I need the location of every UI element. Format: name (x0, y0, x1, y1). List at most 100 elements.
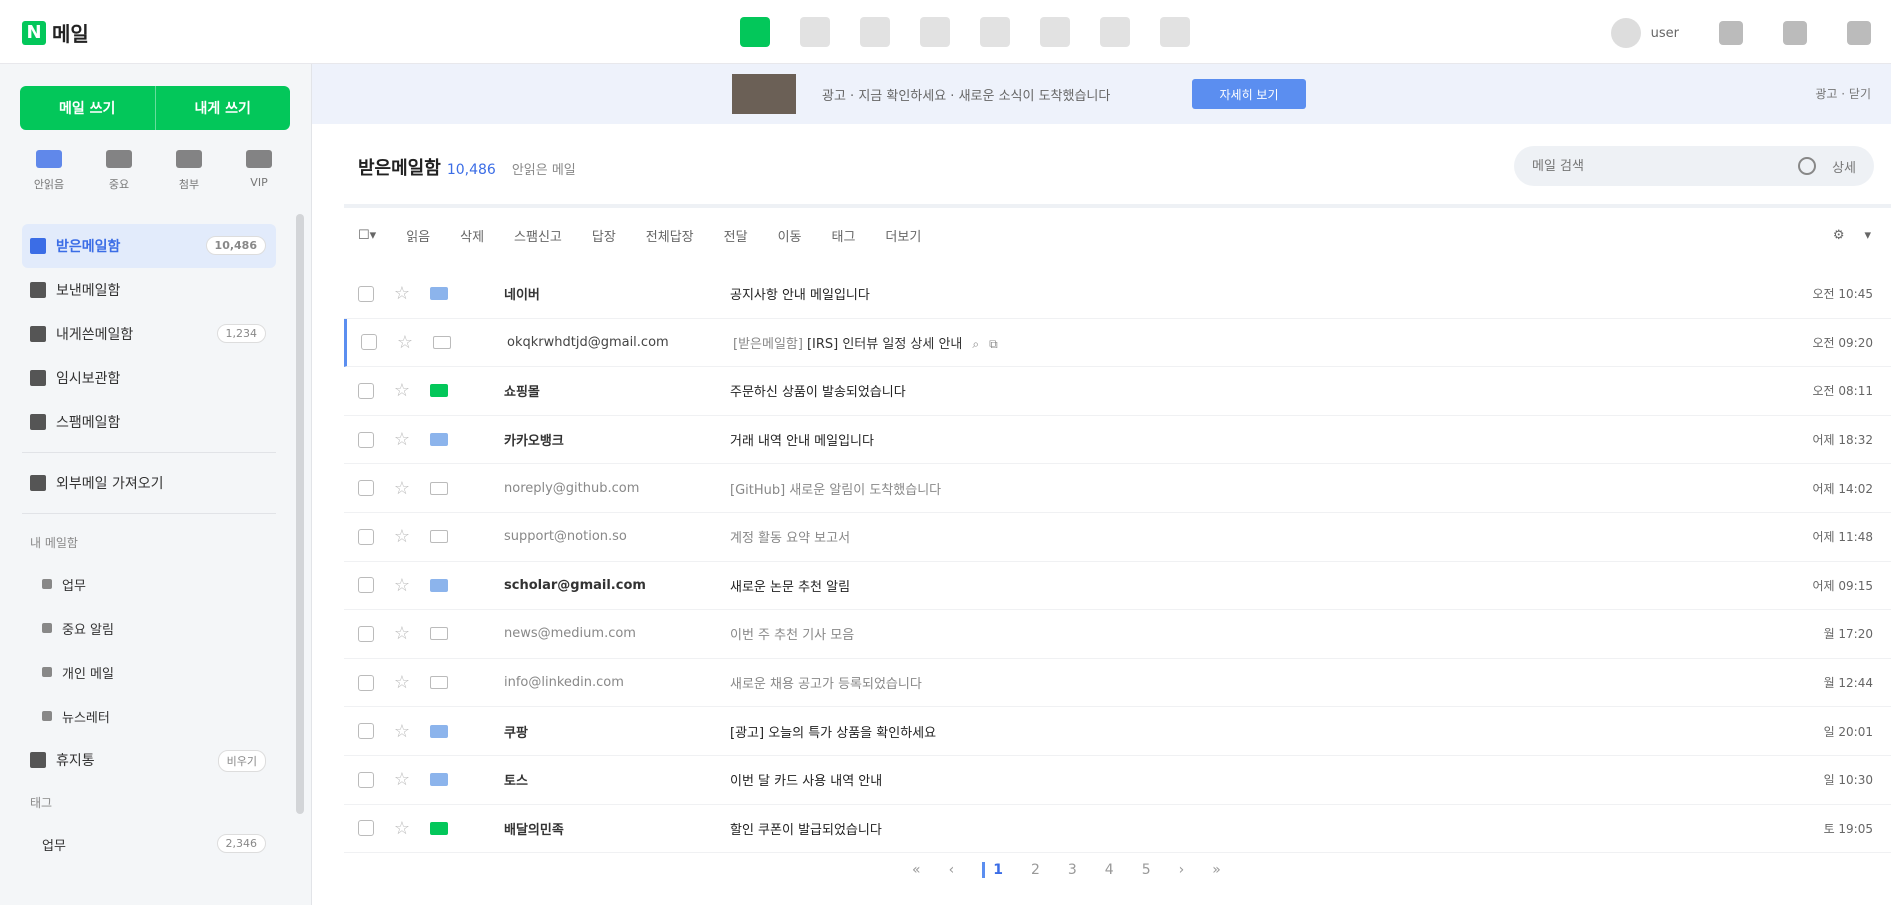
star-icon[interactable]: ☆ (390, 283, 414, 304)
mail-checkbox[interactable] (358, 820, 374, 837)
mail-checkbox[interactable] (358, 771, 374, 788)
mail-subject[interactable]: 새로운 논문 추천 알림 (730, 576, 1753, 595)
envelope-icon[interactable] (430, 676, 448, 690)
more-app-icon[interactable] (1160, 17, 1190, 47)
banner-close[interactable]: 광고 · 닫기 (1815, 85, 1871, 102)
page-4[interactable]: 4 (1105, 862, 1114, 878)
next-page-button[interactable]: › (1179, 862, 1185, 878)
page-2[interactable]: 2 (1031, 862, 1040, 878)
mail-subject[interactable]: 주문하신 상품이 발송되었습니다 (730, 381, 1753, 400)
mail-checkbox[interactable] (358, 528, 374, 545)
star-icon[interactable]: ☆ (390, 672, 414, 693)
tags-heading[interactable]: 태그 (22, 782, 276, 822)
page-1[interactable]: 1 (982, 862, 1003, 878)
user-menu[interactable]: user (1610, 18, 1679, 48)
todo-app-icon[interactable] (980, 17, 1010, 47)
envelope-icon[interactable] (430, 384, 448, 398)
envelope-icon[interactable] (430, 481, 448, 495)
envelope-icon[interactable] (433, 335, 451, 349)
mail-sender[interactable]: 배달의민족 (504, 819, 704, 838)
toolbar-delete[interactable]: 삭제 (460, 226, 484, 245)
mail-subject[interactable]: 공지사항 안내 메일입니다 (730, 284, 1753, 303)
star-icon[interactable]: ☆ (393, 332, 417, 353)
toolbar-read[interactable]: 읽음 (406, 226, 430, 245)
mail-checkbox[interactable] (358, 285, 374, 302)
prev-page-button[interactable]: ‹ (949, 862, 955, 878)
mail-subject[interactable]: 이번 달 카드 사용 내역 안내 (730, 770, 1753, 789)
shortcut-unread[interactable]: 안읽음 (24, 150, 74, 192)
mail-sender[interactable]: news@medium.com (504, 626, 704, 641)
sidebar-item-subfolder[interactable]: 개인 메일 (22, 650, 276, 694)
empty-trash-button[interactable]: 비우기 (217, 750, 266, 772)
mail-row[interactable]: ☆ 배달의민족 할인 쿠폰이 발급되었습니다 토 19:05 (344, 805, 1891, 854)
memo-app-icon[interactable] (920, 17, 950, 47)
mail-sender[interactable]: scholar@gmail.com (504, 578, 704, 593)
envelope-icon[interactable] (430, 773, 448, 787)
envelope-icon[interactable] (430, 821, 448, 835)
first-page-button[interactable]: « (912, 862, 921, 878)
sidebar-item-external[interactable]: 외부메일 가져오기 (22, 461, 276, 505)
toolbar-more[interactable]: 더보기 (885, 226, 921, 245)
mail-subject[interactable]: [GitHub] 새로운 알림이 도착했습니다 (730, 479, 1753, 498)
shortcut-vip[interactable]: VIP (234, 150, 284, 192)
sidebar-scrollbar[interactable] (296, 214, 304, 814)
preview-icon[interactable]: ⌕ (972, 337, 979, 351)
mail-row[interactable]: ☆ 카카오뱅크 거래 내역 안내 메일입니다 어제 18:32 (344, 416, 1891, 465)
sidebar-item-subfolder[interactable]: 뉴스레터 (22, 694, 276, 738)
envelope-icon[interactable] (430, 627, 448, 641)
envelope-icon[interactable] (430, 530, 448, 544)
mail-row[interactable]: ☆ scholar@gmail.com 새로운 논문 추천 알림 어제 09:15 (344, 562, 1891, 611)
mail-subject[interactable]: [받은메일함] [IRS] 인터뷰 일정 상세 안내 ⌕ ⧉ (733, 333, 1753, 352)
mail-sender[interactable]: 쇼핑몰 (504, 381, 704, 400)
banner-text[interactable]: 광고 · 지금 확인하세요 · 새로운 소식이 도착했습니다 (822, 85, 1110, 104)
last-page-button[interactable]: » (1212, 862, 1221, 878)
mail-row[interactable]: ☆ noreply@github.com [GitHub] 새로운 알림이 도착했습… (344, 464, 1891, 513)
toolbar-spam[interactable]: 스팸신고 (514, 226, 562, 245)
photos-app-icon[interactable] (1100, 17, 1130, 47)
mail-sender[interactable]: 카카오뱅크 (504, 430, 704, 449)
envelope-icon[interactable] (430, 724, 448, 738)
sidebar-item-drafts[interactable]: 임시보관함 (22, 356, 276, 400)
sidebar-item-tag[interactable]: 업무 2,346 (22, 822, 276, 866)
envelope-icon[interactable] (430, 287, 448, 301)
mail-row[interactable]: ☆ 쿠팡 [광고] 오늘의 특가 상품을 확인하세요 일 20:01 (344, 707, 1891, 756)
sidebar-item-subfolder[interactable]: 업무 (22, 562, 276, 606)
star-icon[interactable]: ☆ (390, 769, 414, 790)
mail-checkbox[interactable] (361, 334, 377, 351)
mail-checkbox[interactable] (358, 480, 374, 497)
open-new-window-icon[interactable]: ⧉ (989, 337, 998, 351)
star-icon[interactable]: ☆ (390, 380, 414, 401)
view-option-icon[interactable]: ⚙ (1833, 228, 1845, 243)
settings-icon[interactable] (1783, 21, 1807, 45)
mail-row[interactable]: ☆ support@notion.so 계정 활동 요약 보고서 어제 11:48 (344, 513, 1891, 562)
mail-row[interactable]: ☆ 토스 이번 달 카드 사용 내역 안내 일 10:30 (344, 756, 1891, 805)
mail-checkbox[interactable] (358, 723, 374, 740)
page-5[interactable]: 5 (1142, 862, 1151, 878)
shortcut-important[interactable]: 중요 (94, 150, 144, 192)
mail-checkbox[interactable] (358, 625, 374, 642)
sidebar-item-spam[interactable]: 스팸메일함 (22, 400, 276, 444)
mail-sender[interactable]: support@notion.so (504, 529, 704, 544)
toolbar-reply[interactable]: 답장 (592, 226, 616, 245)
envelope-icon[interactable] (430, 433, 448, 447)
star-icon[interactable]: ☆ (390, 575, 414, 596)
star-icon[interactable]: ☆ (390, 818, 414, 839)
logo[interactable]: N 메일 (22, 18, 89, 47)
banner-button[interactable]: 자세히 보기 (1192, 79, 1306, 109)
mail-subject[interactable]: 할인 쿠폰이 발급되었습니다 (730, 819, 1753, 838)
unread-filter[interactable]: 안읽은 메일 (512, 163, 576, 178)
mail-sender[interactable]: noreply@github.com (504, 481, 704, 496)
my-folders-heading[interactable]: 내 메일함 (22, 522, 276, 562)
mail-row[interactable]: ☆ news@medium.com 이번 주 추천 기사 모음 월 17:20 (344, 610, 1891, 659)
sidebar-item-self[interactable]: 내게쓴메일함 1,234 (22, 312, 276, 356)
envelope-icon[interactable] (430, 578, 448, 592)
star-icon[interactable]: ☆ (390, 623, 414, 644)
calendar-app-icon[interactable] (800, 17, 830, 47)
mail-row[interactable]: ☆ 쇼핑몰 주문하신 상품이 발송되었습니다 오전 08:11 (344, 367, 1891, 416)
mail-subject[interactable]: 계정 활동 요약 보고서 (730, 527, 1753, 546)
sidebar-item-sent[interactable]: 보낸메일함 (22, 268, 276, 312)
sort-dropdown[interactable]: ▾ (1864, 228, 1871, 243)
search-icon[interactable] (1798, 157, 1817, 175)
detail-search-button[interactable]: 상세 (1832, 157, 1856, 176)
toolbar-forward[interactable]: 전달 (724, 226, 748, 245)
